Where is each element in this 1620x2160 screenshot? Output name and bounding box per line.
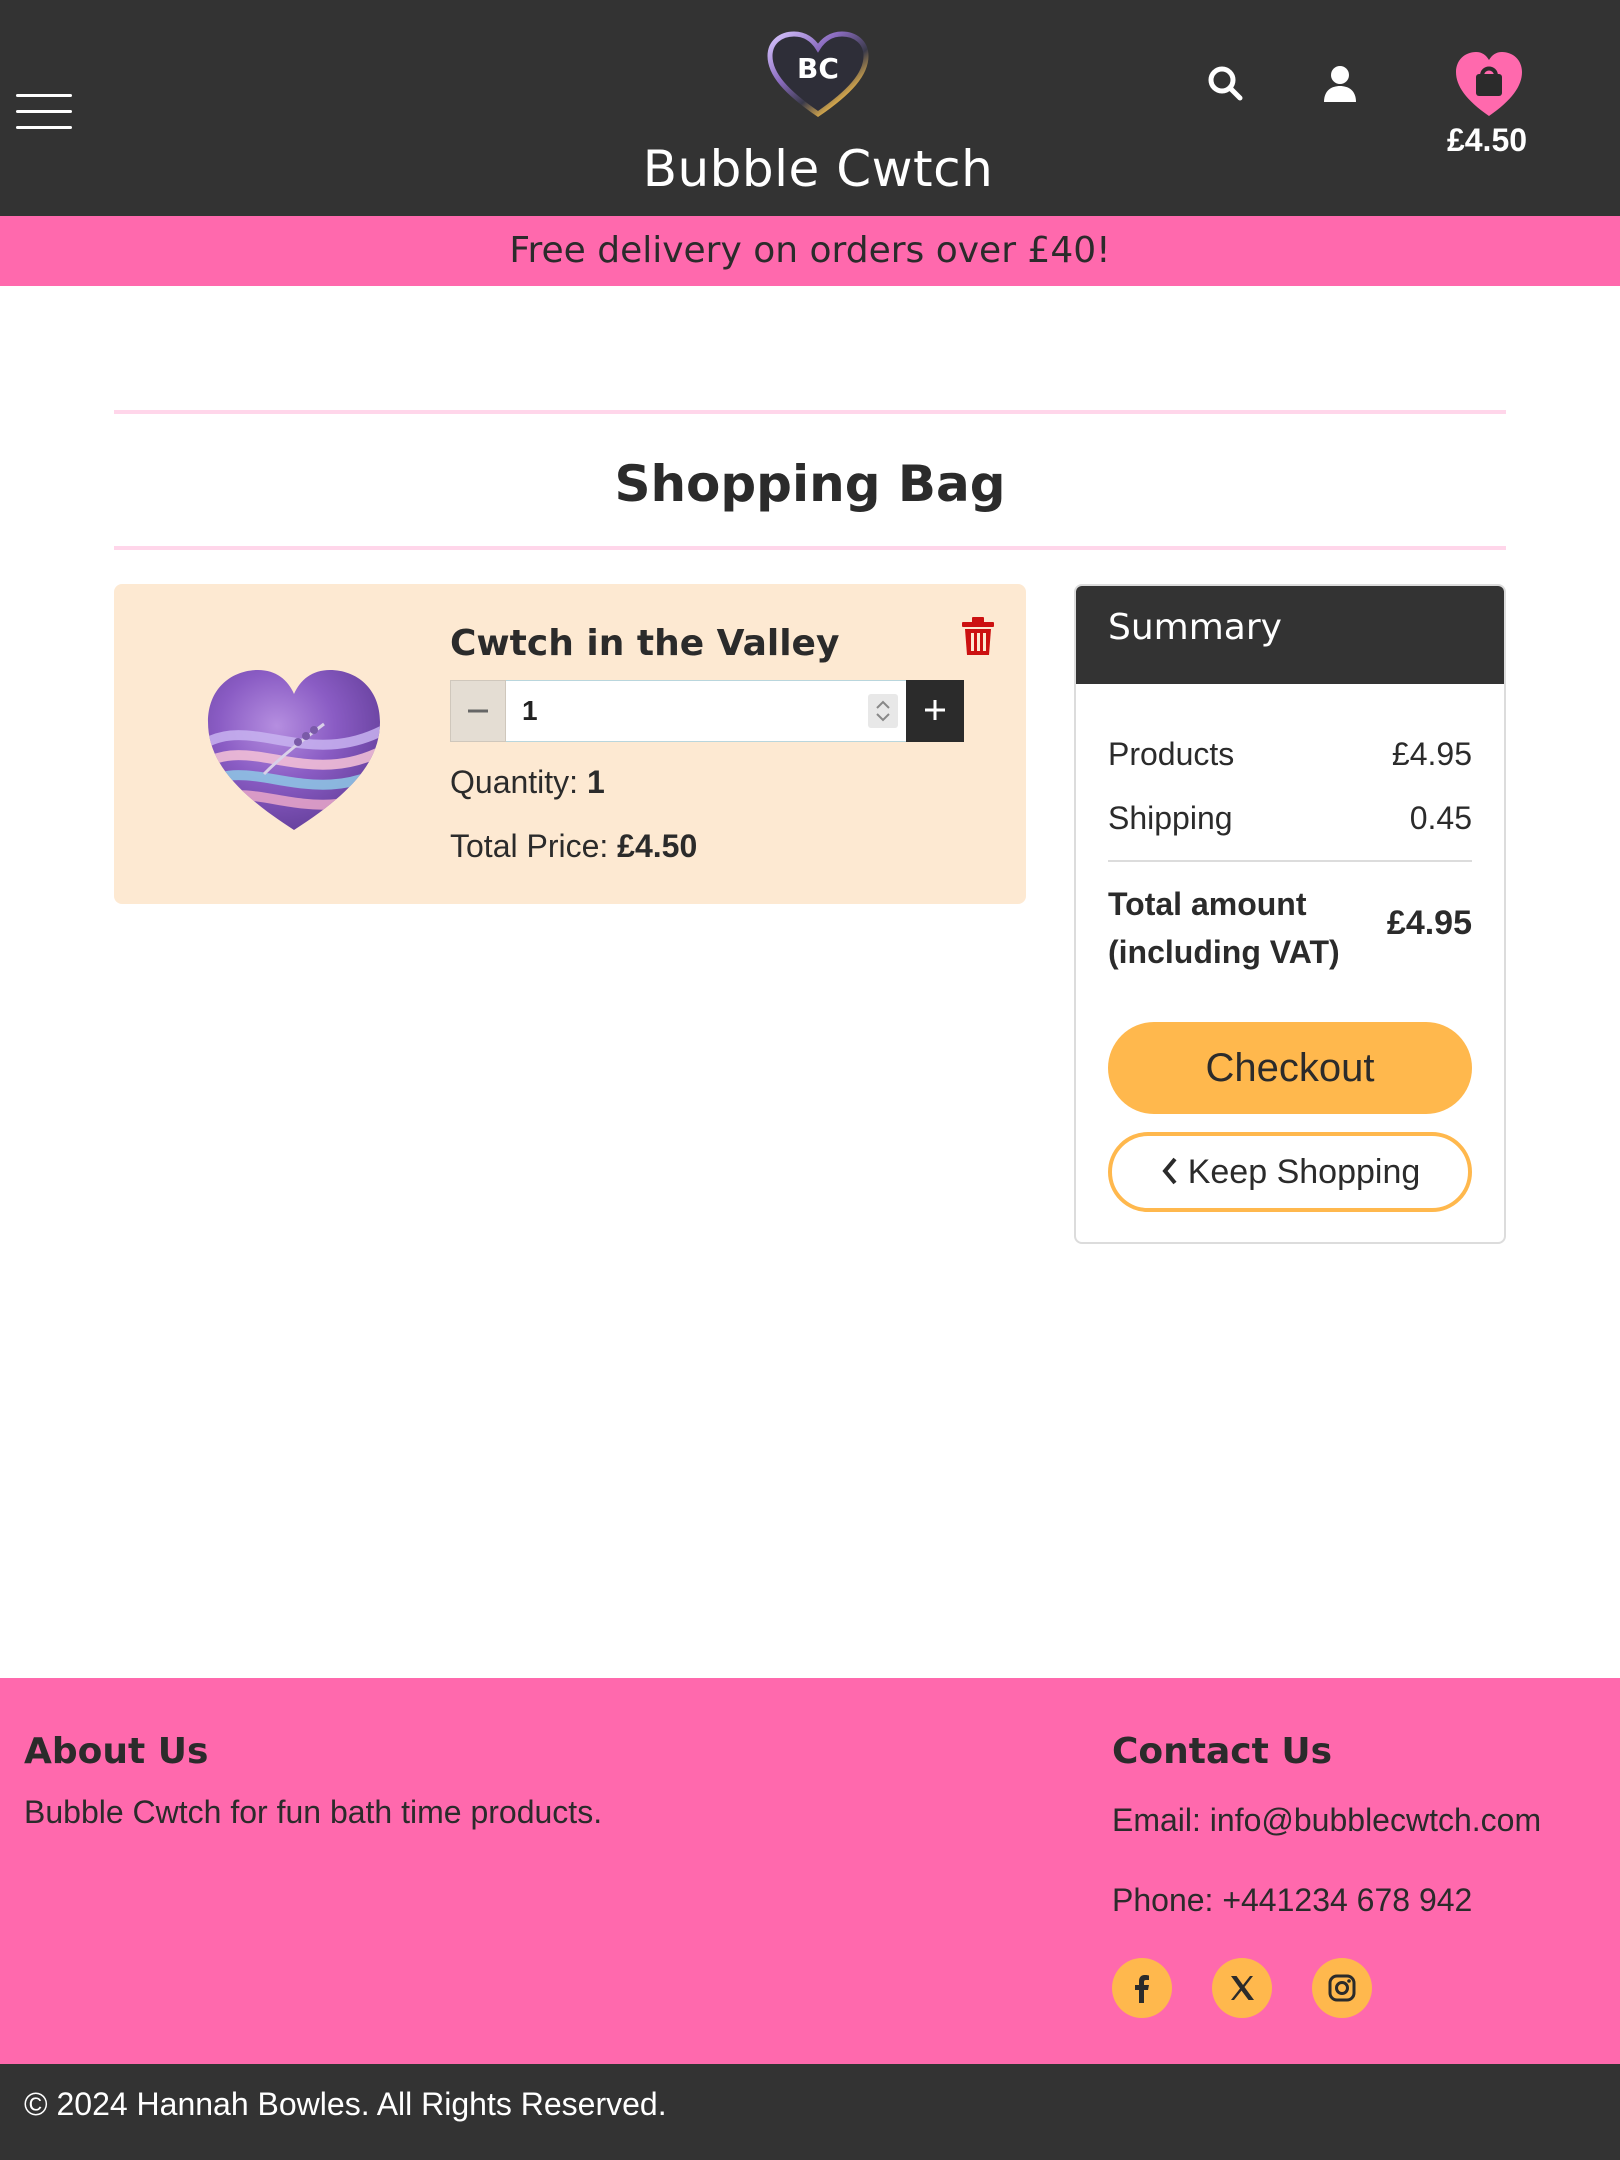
instagram-link[interactable] xyxy=(1312,1958,1372,2018)
checkout-button[interactable]: Checkout xyxy=(1108,1022,1472,1114)
title-divider-top xyxy=(114,410,1506,414)
bag-total: £4.50 xyxy=(1446,122,1528,158)
total-amount-value: £4.95 xyxy=(1386,904,1472,942)
user-icon xyxy=(1324,66,1356,102)
site-header: BC Bubble Cwtch £4.50 xyxy=(0,0,1620,216)
x-link[interactable] xyxy=(1212,1958,1272,2018)
account-button[interactable] xyxy=(1318,62,1362,106)
trash-icon[interactable] xyxy=(960,616,996,656)
minus-icon xyxy=(468,709,488,713)
summary-divider xyxy=(1108,860,1472,862)
search-button[interactable] xyxy=(1204,62,1248,106)
about-us-heading: About Us xyxy=(24,1731,209,1772)
facebook-icon xyxy=(1135,1975,1149,2003)
site-footer: About Us Bubble Cwtch for fun bath time … xyxy=(0,1678,1620,2064)
products-value: £4.95 xyxy=(1391,736,1472,772)
decrease-quantity-button[interactable] xyxy=(450,680,506,742)
promo-banner: Free delivery on orders over £40! xyxy=(0,216,1620,286)
quantity-label: Quantity: xyxy=(450,764,579,800)
total-price-label: Total Price: xyxy=(450,828,609,864)
total-price-value: £4.50 xyxy=(617,828,698,864)
product-name[interactable]: Cwtch in the Valley xyxy=(450,620,839,668)
order-summary: Summary Products £4.95 Shipping 0.45 Tot… xyxy=(1074,584,1506,1244)
plus-icon xyxy=(925,700,945,720)
about-us-text: Bubble Cwtch for fun bath time products. xyxy=(24,1794,603,1830)
chevron-left-icon xyxy=(1162,1157,1177,1185)
contact-email[interactable]: Email: info@bubblecwtch.com xyxy=(1112,1800,1541,1840)
search-icon xyxy=(1208,66,1243,101)
keep-shopping-label: Keep Shopping xyxy=(1187,1153,1421,1191)
brand-logo-link[interactable]: BC Bubble Cwtch xyxy=(560,26,1076,194)
shipping-label: Shipping xyxy=(1108,800,1233,836)
quantity-input[interactable]: 1 xyxy=(506,680,906,742)
total-price-line: Total Price: £4.50 xyxy=(450,828,697,865)
hamburger-menu-icon[interactable] xyxy=(16,92,72,132)
logo-initials: BC xyxy=(797,52,839,85)
products-label: Products xyxy=(1108,736,1235,772)
page-title: Shopping Bag xyxy=(614,455,1006,513)
cart-item: Cwtch in the Valley 1 Quantity: 1 Total … xyxy=(114,584,1026,904)
quantity-value: 1 xyxy=(586,764,605,800)
shopping-bag-heart-icon xyxy=(1456,52,1522,116)
total-amount-label: Total amount (including VAT) xyxy=(1108,886,1340,970)
quantity-stepper: 1 xyxy=(450,680,964,742)
quantity-line: Quantity: 1 xyxy=(450,764,605,801)
title-divider-bottom xyxy=(114,546,1506,550)
spinner-arrows-icon xyxy=(876,700,890,722)
summary-shipping-row: Shipping 0.45 xyxy=(1108,800,1472,837)
contact-us-heading: Contact Us xyxy=(1112,1731,1333,1772)
product-image[interactable] xyxy=(194,644,394,844)
logo-heart-icon: BC xyxy=(767,31,869,118)
copyright-bar: © 2024 Hannah Bowles. All Rights Reserve… xyxy=(0,2064,1620,2160)
x-icon xyxy=(1231,1976,1254,2000)
brand-name: Bubble Cwtch xyxy=(642,140,994,198)
facebook-link[interactable] xyxy=(1112,1958,1172,2018)
shopping-bag-button[interactable]: £4.50 xyxy=(1432,50,1542,160)
shipping-value: 0.45 xyxy=(1409,800,1472,836)
summary-products-row: Products £4.95 xyxy=(1108,736,1472,773)
keep-shopping-button[interactable]: Keep Shopping xyxy=(1108,1132,1472,1212)
contact-phone[interactable]: Phone: +441234 678 942 xyxy=(1112,1880,1472,1920)
instagram-icon xyxy=(1328,1974,1356,2002)
summary-title: Summary xyxy=(1076,586,1504,684)
quantity-spinner[interactable] xyxy=(868,694,898,728)
increase-quantity-button[interactable] xyxy=(906,680,964,742)
